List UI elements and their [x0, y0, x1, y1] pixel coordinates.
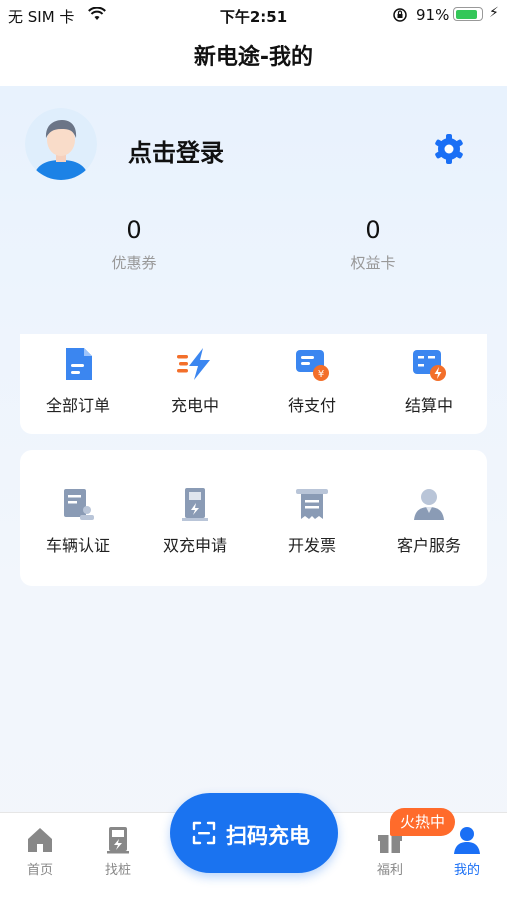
tab-mine-label: 我的 [453, 863, 480, 878]
dual-charger-label: 双充申请 [162, 536, 227, 555]
calculator-icon [413, 350, 446, 381]
settings-button[interactable] [432, 132, 466, 166]
charging-orders-item[interactable]: 充电中 [137, 346, 253, 416]
pending-payment-label: 待支付 [287, 396, 336, 415]
coupon-label: 优惠券 [111, 254, 157, 272]
gear-icon [435, 134, 463, 164]
tab-find-charger[interactable]: 找桩 [90, 825, 146, 878]
dual-charger-item[interactable]: 双充申请 [137, 486, 253, 556]
nav-bar: 新电途-我的 [0, 30, 507, 86]
wallet-yen-icon: ¥ [296, 350, 329, 381]
settling-item[interactable]: 结算中 [371, 346, 487, 416]
pending-payment-item[interactable]: ¥ 待支付 [254, 346, 370, 416]
customer-service-item[interactable]: 客户服务 [371, 486, 487, 556]
all-orders-label: 全部订单 [45, 396, 110, 415]
customer-service-icon [414, 489, 444, 520]
services-card: 车辆认证 双充申请 开发票 客户服务 [20, 450, 487, 586]
invoice-icon [296, 489, 328, 519]
charging-orders-label: 充电中 [170, 396, 219, 415]
battery-icon [453, 7, 483, 21]
invoice-item[interactable]: 开发票 [254, 486, 370, 556]
tab-welfare-label: 福利 [376, 863, 403, 878]
home-icon [28, 828, 52, 852]
benefit-card-count: 0 [365, 216, 381, 244]
battery-percent: 91% [416, 6, 450, 24]
page-title: 新电途-我的 [193, 45, 314, 70]
coupon-stat[interactable]: 0 优惠券 [54, 216, 214, 273]
user-icon [454, 827, 480, 854]
profile-section: 点击登录 0 优惠券 0 权益卡 [0, 86, 507, 336]
benefit-card-stat[interactable]: 0 权益卡 [293, 216, 453, 273]
avatar[interactable] [25, 108, 97, 180]
document-icon [66, 348, 92, 380]
benefit-card-label: 权益卡 [350, 254, 396, 272]
coupon-count: 0 [126, 216, 142, 244]
orientation-lock-icon [393, 8, 407, 22]
tab-home-label: 首页 [26, 863, 53, 878]
tab-home[interactable]: 首页 [12, 825, 68, 878]
settling-label: 结算中 [404, 396, 453, 415]
dual-charger-icon [182, 488, 208, 521]
all-orders-item[interactable]: 全部订单 [20, 346, 136, 416]
hot-badge: 火热中 [390, 808, 456, 836]
vehicle-cert-item[interactable]: 车辆认证 [20, 486, 136, 556]
scan-icon [192, 821, 216, 845]
tab-find-charger-label: 找桩 [104, 863, 131, 878]
svg-text:¥: ¥ [318, 369, 324, 380]
avatar-icon [25, 108, 97, 180]
charging-icon: ⚡ [489, 5, 499, 21]
orders-card: 全部订单 充电中 ¥ 待支付 结算中 [20, 334, 487, 434]
vehicle-cert-label: 车辆认证 [45, 536, 110, 555]
customer-service-label: 客户服务 [396, 536, 461, 555]
invoice-label: 开发票 [287, 536, 336, 555]
charger-pile-icon [107, 827, 129, 854]
scan-charge-label: 扫码充电 [226, 824, 310, 848]
login-link[interactable]: 点击登录 [128, 133, 224, 168]
status-bar: 无 SIM 卡 下午2:51 91% ⚡ [0, 0, 507, 30]
scan-charge-button[interactable]: 扫码充电 [170, 793, 338, 873]
vehicle-cert-icon [64, 489, 94, 520]
charging-bolt-icon [177, 348, 210, 380]
